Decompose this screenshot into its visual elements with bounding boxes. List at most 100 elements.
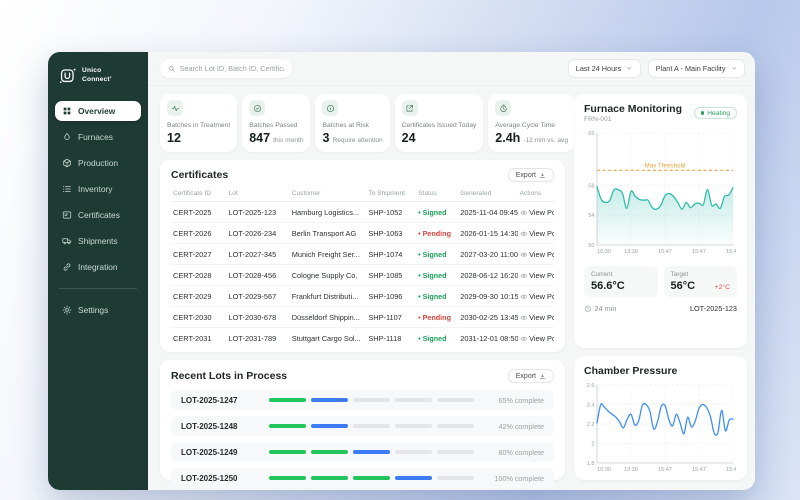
svg-text:58: 58 <box>588 183 594 189</box>
eye-icon <box>520 315 527 320</box>
progress-segment-active <box>311 398 348 402</box>
lot-link[interactable]: LOT-2025-123 <box>226 201 290 223</box>
generated-timestamp: 2030-02-25 13:45 <box>458 306 518 328</box>
svg-text:13:30: 13:30 <box>624 249 638 255</box>
lot-link[interactable]: LOT-2030-678 <box>226 306 290 328</box>
shipment-id: SHP-1063 <box>366 222 417 244</box>
kpi-value: 2.4h <box>495 131 521 145</box>
sidebar-item-label: Shipments <box>78 236 118 246</box>
lot-id: LOT-2025-1247 <box>181 395 238 405</box>
eye-icon <box>520 231 527 236</box>
status-badge: • Signed <box>418 249 447 259</box>
current-temp-card: Current 56.6°C <box>584 266 658 297</box>
kpi-card-batches-in-treatment: Batches in Treatment 12 <box>160 94 238 152</box>
kpi-value: 3 <box>322 131 330 145</box>
certificates-panel: Certificates Export Certificate ID Lot Cus… <box>160 160 565 352</box>
lot-link[interactable]: LOT-2031-789 <box>227 328 290 349</box>
column-header: Status <box>416 187 459 202</box>
search-icon <box>169 65 175 72</box>
lot-progress-row: LOT-2025-1250 100% complete <box>171 468 554 488</box>
lot-progress-row: LOT-2025-1249 80% complete <box>171 442 554 462</box>
furnace-title: Furnace Monitoring <box>584 103 682 115</box>
plant-dropdown[interactable]: Plant A - Main Facility <box>647 59 745 78</box>
progress-segment-done <box>269 450 306 454</box>
kpi-subtext: -12 min vs. avg <box>523 137 568 144</box>
column-header: Generated <box>458 187 518 202</box>
progress-segment-active <box>311 424 348 428</box>
lots-export-button[interactable]: Export <box>507 369 554 383</box>
eye-icon <box>520 273 527 278</box>
svg-text:15:47: 15:47 <box>692 467 706 473</box>
certificate-id: CERT-2029 <box>171 285 227 307</box>
certificates-export-button[interactable]: Export <box>507 168 554 182</box>
sidebar-item-inventory[interactable]: Inventory <box>55 179 141 199</box>
view-pdf-action[interactable]: View Pdf <box>517 306 554 328</box>
view-pdf-action[interactable]: View Pdf <box>517 222 554 244</box>
sidebar-item-settings[interactable]: Settings <box>55 300 141 320</box>
table-row: CERT-2026 LOT-2026-234 Berlin Transport AG… <box>171 222 554 244</box>
lot-progress-row: LOT-2025-1248 42% complete <box>171 416 554 436</box>
view-pdf-action[interactable]: View Pdf <box>517 264 554 286</box>
lot-completion: 80% complete <box>498 447 544 457</box>
lot-completion: 42% complete <box>498 421 544 431</box>
view-pdf-action[interactable]: View Pdf <box>517 201 554 223</box>
svg-text:10:30: 10:30 <box>597 467 611 473</box>
generated-timestamp: 2028-06-12 16:20 <box>458 264 518 286</box>
furnace-unit-id: FRN-001 <box>584 116 612 123</box>
kpi-icon-box <box>322 100 339 116</box>
status-badge: • Pending <box>418 228 451 238</box>
sidebar-item-shipments[interactable]: Shipments <box>55 231 141 251</box>
kpi-label: Average Cycle Time <box>495 122 555 129</box>
target-label: Target <box>670 271 689 278</box>
kpi-label: Batches Passed <box>249 122 298 129</box>
lot-link[interactable]: LOT-2028-456 <box>226 264 290 286</box>
kpi-label: Batches in Treatment <box>167 122 231 129</box>
certificates-table: Certificate ID Lot Customer To Shipment Stat… <box>171 187 554 349</box>
truck-icon <box>62 238 72 245</box>
lot-id: LOT-2025-1250 <box>181 473 238 483</box>
sidebar-item-furnaces[interactable]: Furnaces <box>55 127 141 147</box>
view-pdf-action[interactable]: View Pdf <box>517 243 554 265</box>
status-badge: • Signed <box>418 333 447 343</box>
time-range-dropdown[interactable]: Last 24 Hours <box>567 59 641 78</box>
brand-logo: Unico Connect’ <box>55 62 141 101</box>
search-input[interactable] <box>179 64 284 73</box>
svg-text:10:30: 10:30 <box>597 249 611 255</box>
kpi-card-certificates-issued-today: Certificates Issued Today 24 <box>394 94 484 152</box>
table-row: CERT-2031 LOT-2031-789 Stuttgart Cargo Sol… <box>171 328 554 349</box>
svg-text:2.2: 2.2 <box>587 422 595 428</box>
sidebar-item-label: Furnaces <box>78 132 113 142</box>
svg-text:2.4: 2.4 <box>587 403 595 409</box>
grid-icon <box>63 107 71 115</box>
view-pdf-action[interactable]: View Pdf <box>518 328 554 349</box>
view-pdf-action[interactable]: View Pdf <box>517 285 554 307</box>
kpi-subtext: Require attention <box>332 137 383 144</box>
sidebar-divider <box>59 288 137 289</box>
status-badge: • Signed <box>418 270 447 280</box>
sidebar-item-label: Settings <box>78 305 109 315</box>
lot-progress-list: LOT-2025-1247 65% complete LOT-2025-1248 42… <box>171 390 554 488</box>
certificate-icon <box>62 211 72 219</box>
sidebar-item-overview[interactable]: Overview <box>55 101 141 121</box>
lot-link[interactable]: LOT-2026-234 <box>226 222 290 244</box>
sidebar-item-integration[interactable]: Integration <box>55 257 141 277</box>
global-search[interactable] <box>160 59 292 78</box>
column-header: Lot <box>226 187 290 202</box>
progress-segment-pending <box>395 424 432 428</box>
brand-name: Unico Connect’ <box>82 67 112 83</box>
sidebar-item-production[interactable]: Production <box>55 153 141 173</box>
eye-icon <box>520 336 527 341</box>
certificate-id: CERT-2031 <box>173 333 212 343</box>
left-column: Batches in Treatment 12 Batches Passed 847 t… <box>160 94 575 488</box>
customer: Cologne Supply Co. <box>289 264 367 286</box>
lot-link[interactable]: LOT-2029-567 <box>226 285 290 307</box>
kpi-card-average-cycle-time: Average Cycle Time 2.4h -12 min vs. avg <box>488 94 575 152</box>
lot-link[interactable]: LOT-2027-345 <box>226 243 290 265</box>
badge-label: Heating <box>707 109 730 117</box>
generated-timestamp: 2025-11-04 09:45 <box>458 201 518 223</box>
sidebar-item-certificates[interactable]: Certificates <box>55 205 141 225</box>
svg-text:15:47: 15:47 <box>726 467 736 473</box>
eye-icon <box>520 210 527 215</box>
status-badge: • Signed <box>418 291 447 301</box>
table-row: CERT-2029 LOT-2029-567 Frankfurt Distribut… <box>171 285 554 307</box>
